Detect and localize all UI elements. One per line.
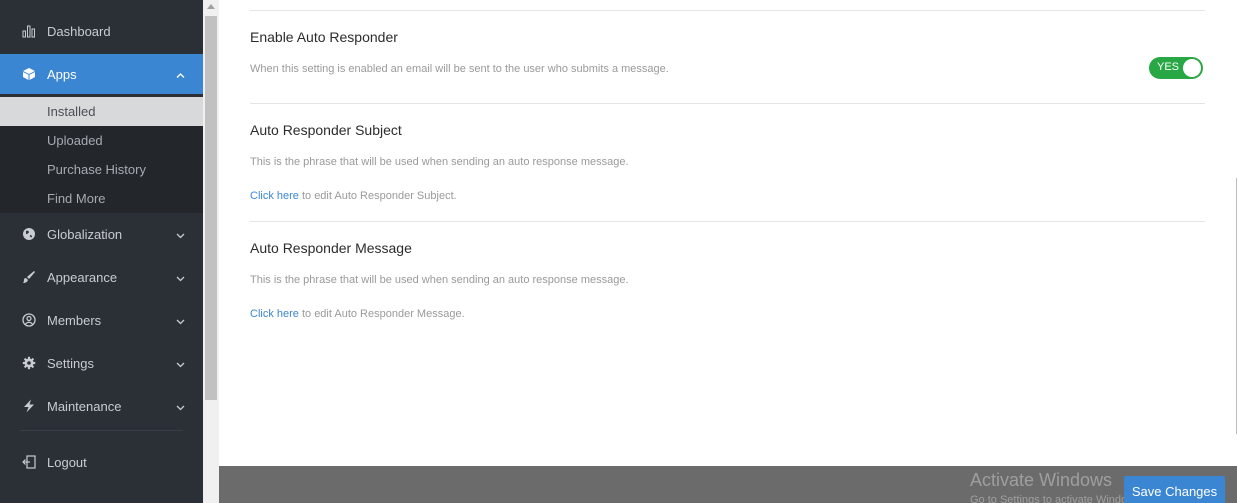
scroll-up-arrow-icon[interactable]: [207, 4, 215, 9]
sidebar-item-label: Apps: [47, 66, 77, 82]
sidebar-item-label: Globalization: [47, 226, 123, 242]
edit-subject-link[interactable]: Click here: [250, 190, 299, 202]
sidebar-item-appearance[interactable]: Appearance: [0, 257, 203, 297]
edit-subject-line: Click here to edit Auto Responder Subjec…: [250, 190, 457, 202]
gear-icon: [20, 356, 38, 370]
scrollbar[interactable]: [203, 0, 219, 503]
sidebar-divider: [20, 430, 183, 431]
sidebar-subitem-find-more[interactable]: Find More: [0, 184, 203, 213]
edit-message-line: Click here to edit Auto Responder Messag…: [250, 308, 465, 320]
sidebar-item-members[interactable]: Members: [0, 300, 203, 340]
sidebar-subitem-label: Installed: [47, 104, 96, 119]
sidebar-item-label: Dashboard: [47, 23, 111, 39]
edit-subject-text: to edit Auto Responder Subject.: [298, 190, 457, 202]
user-circle-icon: [20, 313, 38, 327]
toggle-knob: [1183, 59, 1201, 77]
sidebar-item-label: Logout: [47, 454, 87, 470]
section-description: This is the phrase that will be used whe…: [250, 156, 629, 168]
section-description: When this setting is enabled an email wi…: [250, 63, 669, 75]
sidebar-item-maintenance[interactable]: Maintenance: [0, 386, 203, 426]
chevron-down-icon: [176, 313, 185, 328]
main-content: Enable Auto Responder When this setting …: [219, 0, 1237, 466]
sidebar-item-settings[interactable]: Settings: [0, 343, 203, 383]
edit-message-text: to edit Auto Responder Message.: [298, 308, 465, 320]
cube-icon: [20, 67, 38, 81]
sidebar-item-logout[interactable]: Logout: [0, 442, 203, 482]
auto-responder-toggle[interactable]: YES: [1149, 57, 1203, 79]
sidebar-subitem-label: Find More: [47, 191, 106, 206]
sidebar-item-apps[interactable]: Apps: [0, 54, 203, 94]
sidebar-subitem-label: Uploaded: [47, 133, 103, 148]
paintbrush-icon: [20, 270, 38, 284]
section-divider: [250, 221, 1205, 222]
sidebar-item-globalization[interactable]: Globalization: [0, 214, 203, 254]
sidebar-item-label: Appearance: [47, 269, 118, 285]
activate-windows-watermark: Activate Windows: [970, 470, 1113, 490]
chevron-down-icon: [176, 270, 185, 285]
edit-message-link[interactable]: Click here: [250, 308, 299, 320]
section-title-auto-responder-message: Auto Responder Message: [250, 240, 412, 256]
lightning-icon: [20, 399, 38, 413]
sidebar: Dashboard Apps Installed Uploaded Purcha…: [0, 0, 203, 503]
save-changes-button[interactable]: Save Changes: [1124, 476, 1225, 503]
scrollbar-thumb[interactable]: [205, 16, 217, 400]
sidebar-subitem-purchase-history[interactable]: Purchase History: [0, 155, 203, 184]
chevron-down-icon: [176, 399, 185, 414]
chevron-down-icon: [176, 356, 185, 371]
section-title-enable-auto-responder: Enable Auto Responder: [250, 29, 398, 45]
activate-windows-subtext: Go to Settings to activate Windows.: [970, 494, 1144, 503]
app-window: Dashboard Apps Installed Uploaded Purcha…: [0, 0, 1237, 503]
sidebar-item-dashboard[interactable]: Dashboard: [0, 11, 203, 51]
sidebar-subitem-installed[interactable]: Installed: [0, 97, 203, 126]
logout-icon: [20, 455, 38, 469]
sidebar-subitem-label: Purchase History: [47, 162, 146, 177]
sidebar-item-label: Maintenance: [47, 398, 122, 414]
section-title-auto-responder-subject: Auto Responder Subject: [250, 122, 402, 138]
chevron-up-icon: [176, 67, 185, 82]
section-divider: [250, 103, 1205, 104]
section-divider: [250, 10, 1205, 11]
section-description: This is the phrase that will be used whe…: [250, 274, 629, 286]
globe-icon: [20, 227, 38, 241]
sidebar-item-label: Settings: [47, 355, 94, 371]
chevron-down-icon: [176, 227, 185, 242]
toggle-label: YES: [1157, 61, 1180, 73]
sidebar-item-label: Members: [47, 312, 102, 328]
sidebar-subitem-uploaded[interactable]: Uploaded: [0, 126, 203, 155]
bar-chart-icon: [20, 25, 38, 38]
